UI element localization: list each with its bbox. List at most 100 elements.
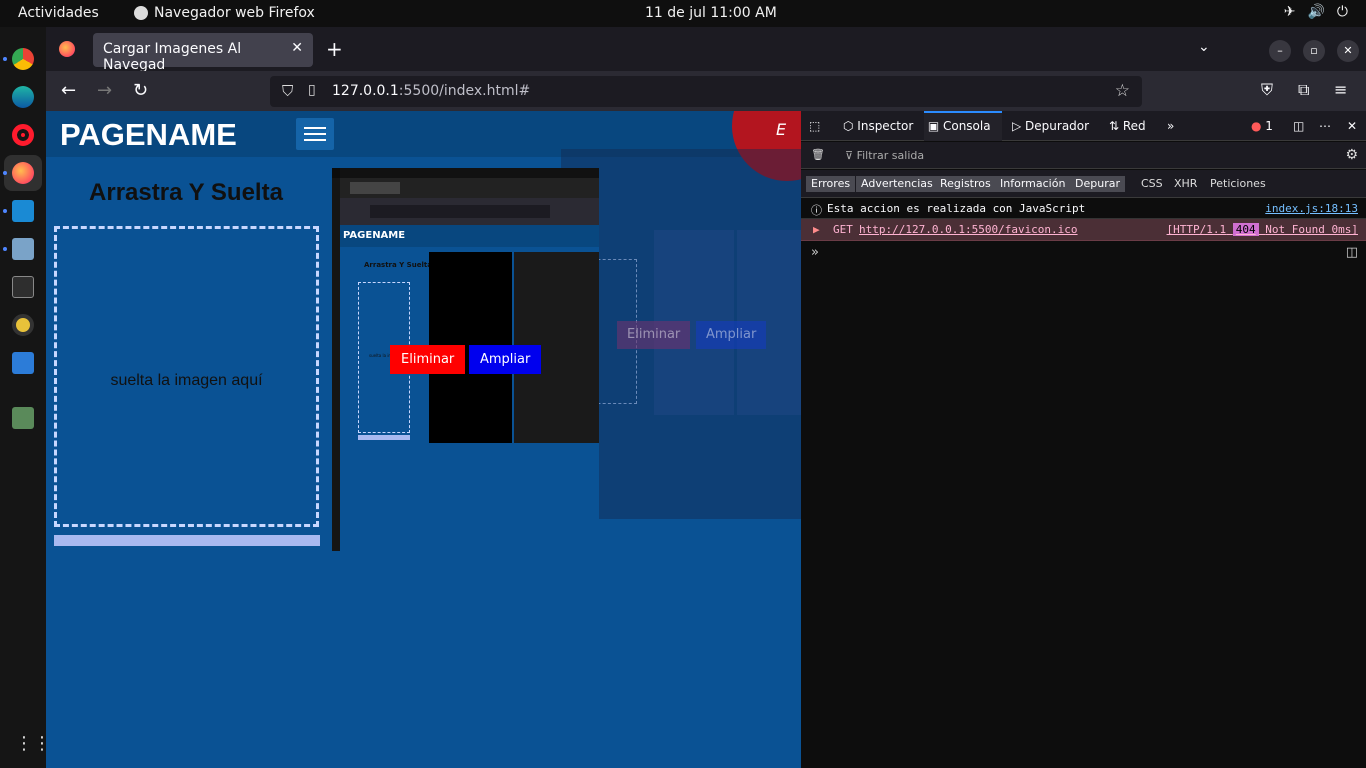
console-settings-icon[interactable]: ⚙ [1345, 147, 1358, 163]
writer-icon[interactable] [12, 352, 34, 374]
net-status[interactable]: [HTTP/1.1 404 Not Found 0ms] [1167, 223, 1358, 236]
opera-icon[interactable] [12, 124, 34, 146]
console-error-row[interactable]: ▶ GET http://127.0.0.1:5500/favicon.ico … [801, 219, 1366, 241]
element-picker-icon[interactable]: ⬚ [809, 119, 820, 133]
tab-title: Cargar Imagenes Al Navegad [103, 41, 242, 73]
delete-button[interactable]: Eliminar [390, 345, 466, 374]
ghost-zoom-button: Ampliar [696, 321, 767, 349]
dropped-screenshot-image: PAGENAME Arrastra Y Suelta suelta la ima… [332, 168, 599, 551]
mini-topbar [340, 168, 599, 178]
filter-info[interactable]: Información [995, 176, 1071, 192]
firefox-icon[interactable] [12, 162, 34, 184]
tab-debugger[interactable]: ▷ Depurador [1012, 119, 1089, 133]
error-count-badge[interactable]: ● 1 [1251, 119, 1273, 133]
reload-icon[interactable]: ↻ [133, 80, 148, 101]
system-tray[interactable]: ✈ 🔊 ⏻ [1284, 4, 1348, 20]
back-icon[interactable]: ← [61, 80, 76, 101]
page-info-icon[interactable]: ▯ [308, 82, 316, 98]
zoom-button[interactable]: Ampliar [469, 345, 542, 374]
tab-console[interactable]: ▣ Consola [924, 111, 1002, 141]
filter-input[interactable]: ⊽ Filtrar salida [845, 149, 924, 162]
system-top-bar: Actividades Navegador web Firefox 11 de … [0, 0, 1366, 27]
tab-inspector-label: Inspector [857, 119, 914, 133]
clock[interactable]: 11 de jul 11:00 AM [645, 5, 777, 21]
minimize-icon[interactable]: – [1269, 40, 1291, 62]
ghost-delete-button: Eliminar [617, 321, 691, 349]
tab-close-icon[interactable]: ✕ [291, 40, 303, 56]
rhythmbox-icon[interactable] [12, 314, 34, 336]
filter-placeholder: Filtrar salida [856, 149, 925, 162]
activities-button[interactable]: Actividades [18, 5, 99, 21]
console-input-prompt[interactable]: » [811, 245, 819, 260]
close-window-icon[interactable]: ✕ [1337, 40, 1359, 62]
running-indicator [3, 247, 7, 251]
filter-errors[interactable]: Errores [806, 176, 856, 192]
tracking-shield-icon[interactable]: ⛉ [282, 82, 293, 100]
trash-icon[interactable] [12, 407, 34, 429]
split-console-icon[interactable]: ◫ [1346, 245, 1358, 260]
extensions-icon[interactable]: ⧉ [1298, 80, 1309, 100]
mini-tabstrip [340, 178, 599, 198]
corner-letter: E [776, 120, 787, 139]
app-menu[interactable]: Navegador web Firefox [134, 5, 315, 21]
page-heading: Arrastra Y Suelta [89, 179, 283, 206]
console-filter-bar: 🗑 ⊽ Filtrar salida ⚙ [801, 142, 1366, 169]
mini-progress-bar [358, 435, 410, 440]
forward-icon[interactable]: → [97, 80, 112, 101]
progress-bar [54, 535, 320, 546]
expand-arrow-icon[interactable]: ▶ [813, 223, 820, 236]
net-status-text: Not Found 0ms] [1265, 223, 1358, 236]
dock-side-icon[interactable]: ◫ [1293, 119, 1304, 133]
restore-icon[interactable]: ▫ [1303, 40, 1325, 62]
firefox-app-icon [134, 6, 148, 20]
filter-logs[interactable]: Registros [935, 176, 996, 192]
filter-warnings[interactable]: Advertencias [856, 176, 938, 192]
vscode-icon[interactable] [12, 200, 34, 222]
url-bar[interactable]: ⛉ ▯ 127.0.0.1:5500/index.html# ☆ [270, 76, 1142, 107]
mini-brand: PAGENAME [340, 225, 599, 247]
files-icon[interactable] [12, 238, 34, 260]
devtools-panel: ⬚ ⬡ Inspector ▣ Consola ▷ Depurador ⇅ Re… [801, 111, 1366, 768]
new-tab-button[interactable]: + [326, 37, 343, 61]
airplane-icon: ✈ [1283, 4, 1296, 20]
net-proto: [HTTP/1.1 [1166, 223, 1227, 236]
tab-active[interactable]: Cargar Imagenes Al Navegad ✕ [93, 33, 313, 73]
firefox-view-icon[interactable] [59, 41, 75, 57]
tab-debugger-label: Depurador [1025, 119, 1090, 133]
tab-console-label: Consola [942, 119, 991, 133]
log-source-link[interactable]: index.js:18:13 [1265, 202, 1358, 215]
list-tabs-chevron-icon[interactable]: ⌄ [1198, 39, 1210, 55]
running-indicator [3, 57, 7, 61]
log-message: Esta accion es realizada con JavaScript [827, 202, 1086, 215]
filter-xhr[interactable]: XHR [1174, 177, 1197, 190]
running-indicator [3, 209, 7, 213]
tab-inspector[interactable]: ⬡ Inspector [843, 119, 913, 133]
tab-network[interactable]: ⇅ Red [1109, 119, 1146, 133]
hamburger-menu-button[interactable] [296, 118, 334, 150]
chrome-icon[interactable] [12, 48, 34, 70]
site-brand[interactable]: PAGENAME [60, 117, 237, 153]
net-url[interactable]: http://127.0.0.1:5500/favicon.ico [859, 223, 1078, 236]
menu-hamburger-icon[interactable]: ≡ [1334, 80, 1347, 99]
filter-debug[interactable]: Depurar [1070, 176, 1125, 192]
pocket-icon[interactable]: ⛨ [1261, 80, 1273, 100]
mini-heading: Arrastra Y Suelta [364, 261, 432, 269]
error-count: 1 [1265, 119, 1273, 133]
console-log-row[interactable]: ⓘ Esta accion es realizada con JavaScrip… [801, 199, 1366, 219]
terminal-icon[interactable] [12, 276, 34, 298]
mini-dock [332, 178, 340, 551]
console-category-filters: Errores Advertencias Registros Informaci… [801, 170, 1366, 198]
edge-dev-icon[interactable] [12, 86, 34, 108]
devtools-close-icon[interactable]: ✕ [1347, 119, 1357, 133]
app-menu-label: Navegador web Firefox [154, 5, 315, 21]
drop-zone[interactable]: suelta la imagen aquí [54, 226, 319, 527]
url-path: :5500/index.html# [398, 83, 531, 99]
clear-console-icon[interactable]: 🗑 [811, 148, 825, 161]
filter-css[interactable]: CSS [1141, 177, 1163, 190]
devtools-options-icon[interactable]: ⋯ [1319, 119, 1331, 133]
info-icon: ⓘ [811, 204, 822, 217]
bookmark-star-icon[interactable]: ☆ [1115, 81, 1130, 101]
filter-requests[interactable]: Peticiones [1210, 177, 1266, 190]
more-tabs-icon[interactable]: » [1167, 119, 1174, 133]
tab-strip: Cargar Imagenes Al Navegad ✕ + ⌄ – ▫ ✕ [46, 27, 1366, 73]
